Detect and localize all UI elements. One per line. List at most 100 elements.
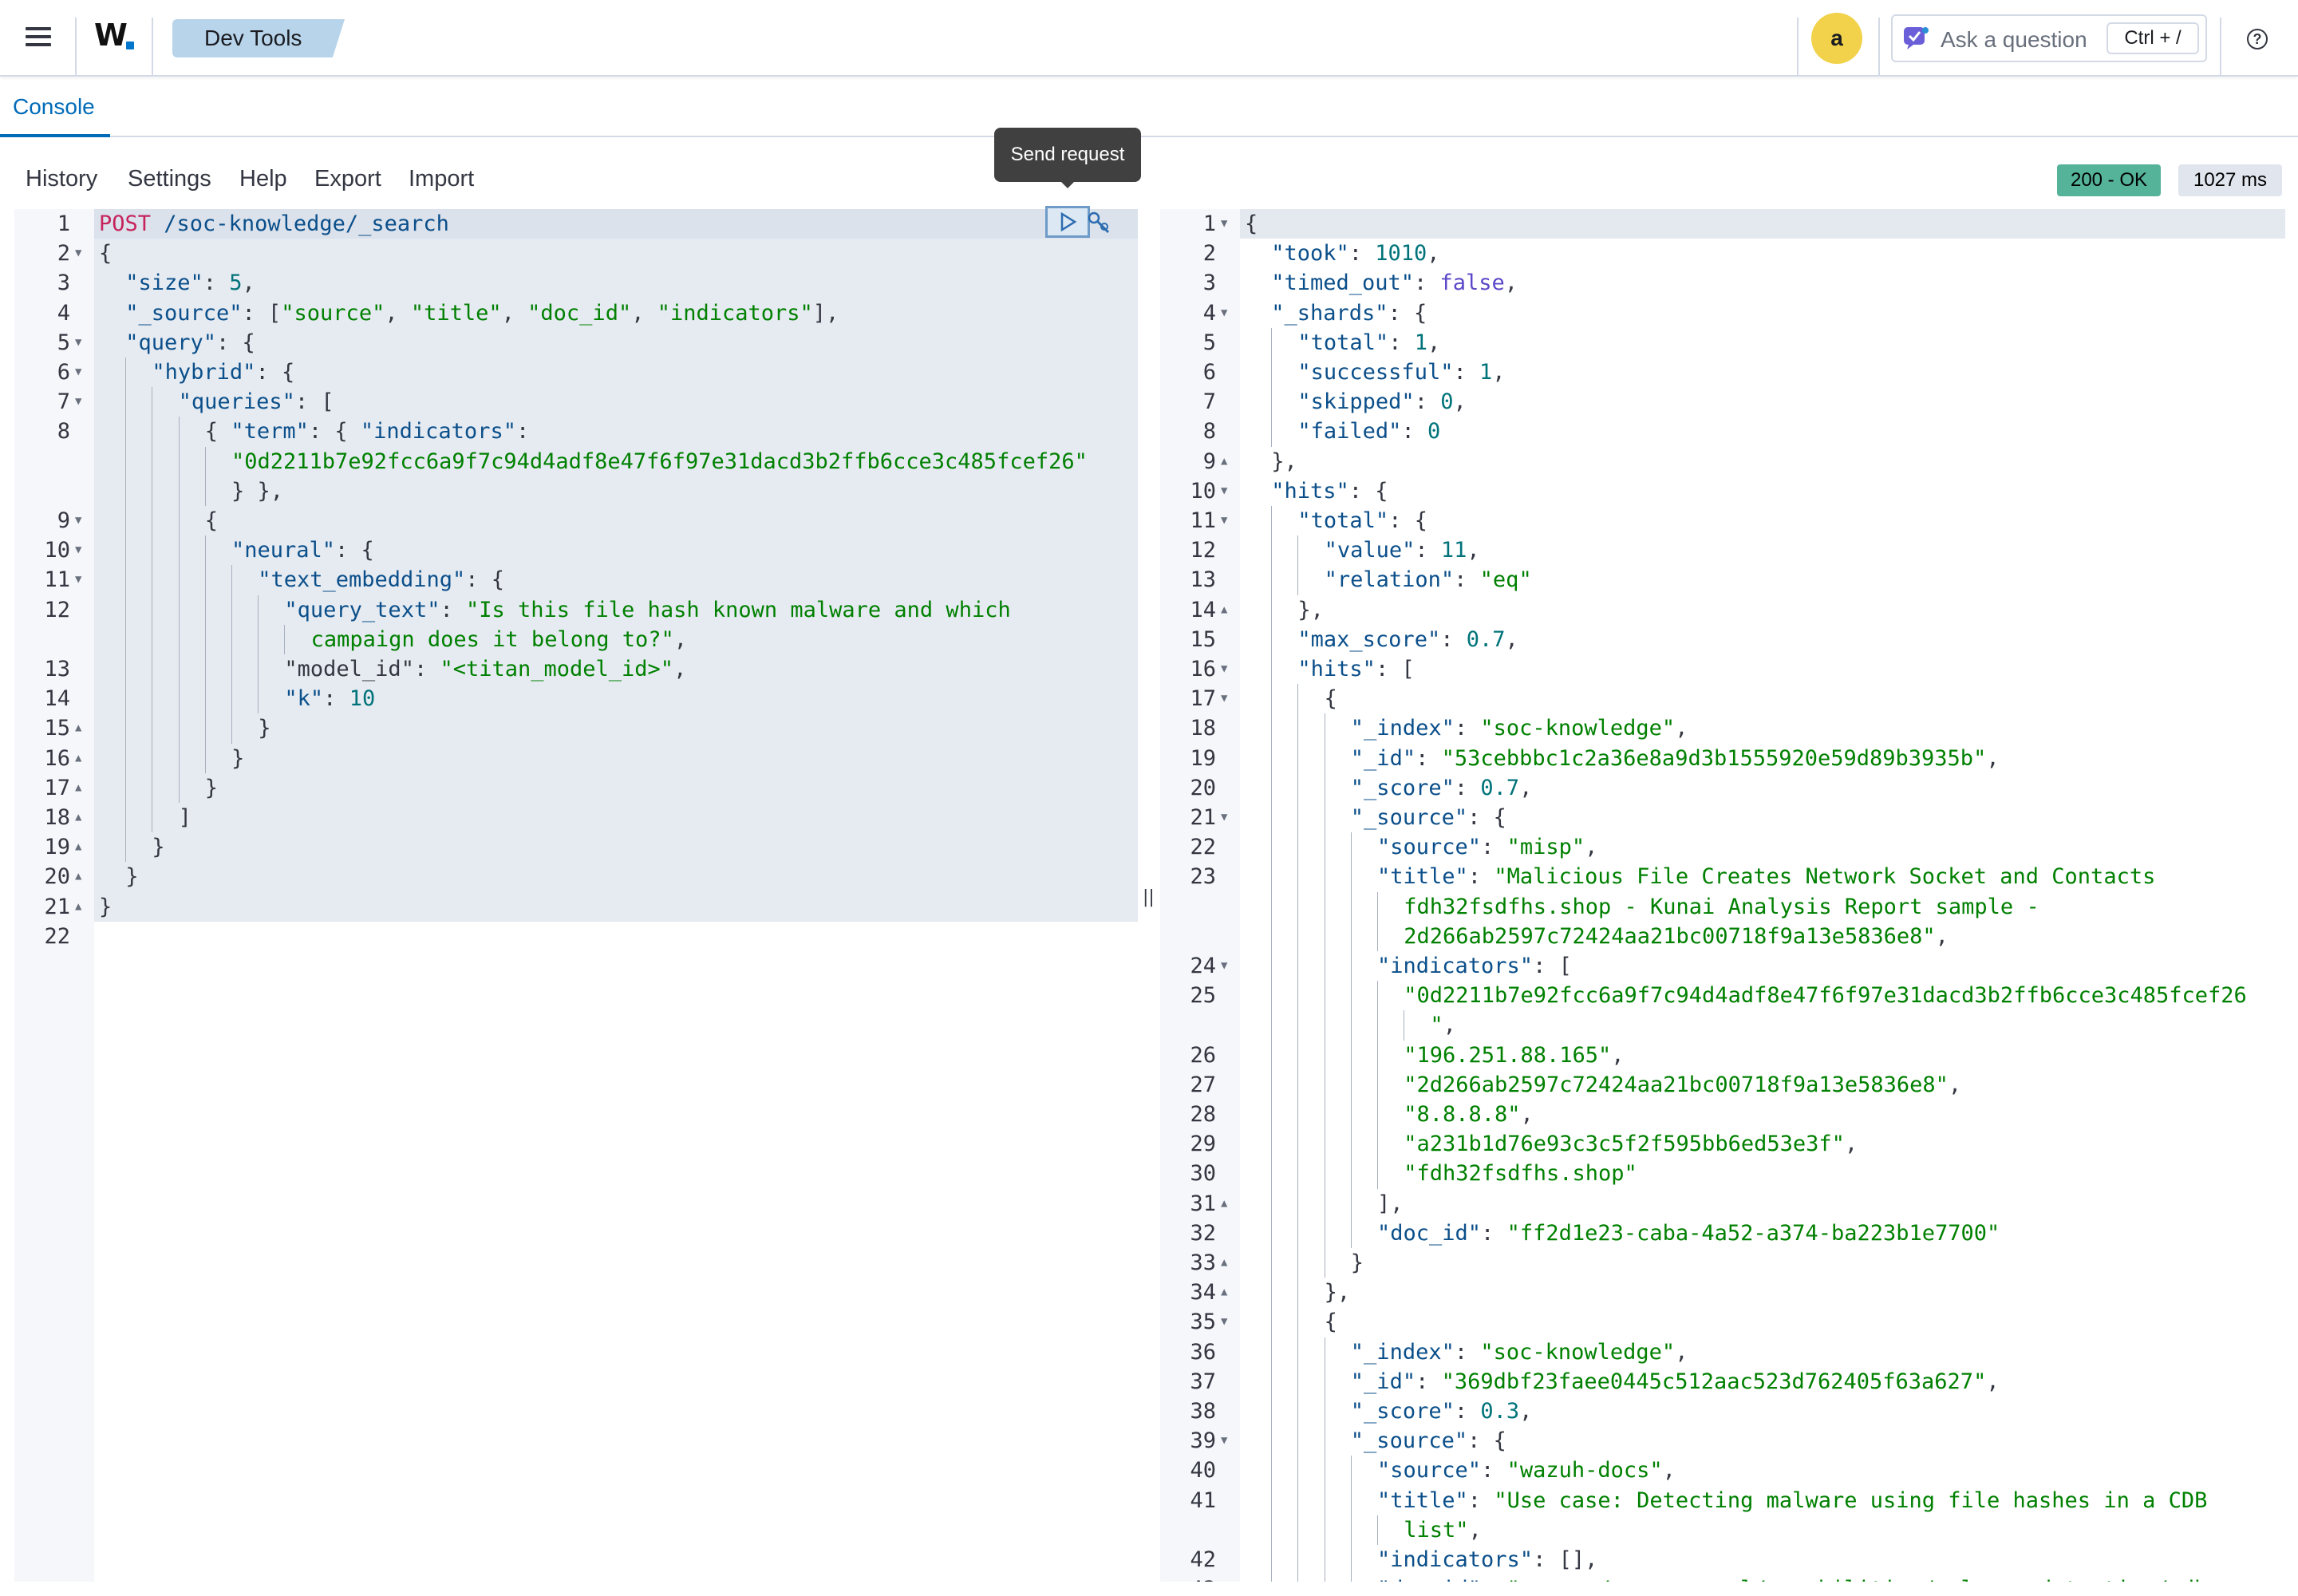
fold-close-icon[interactable]: ▲ [75,744,81,773]
fold-open-icon[interactable]: ▼ [1221,1426,1227,1456]
response-scrollbar[interactable] [2285,209,2298,1582]
code-line[interactable]: } [125,862,138,891]
fold-open-icon[interactable]: ▼ [75,535,81,565]
menu-icon[interactable] [18,21,59,56]
code-line[interactable]: "title": "Use case: Detecting malware us… [1377,1486,2207,1515]
wrench-icon[interactable] [1087,211,1114,236]
fold-close-icon[interactable]: ▲ [1221,1189,1227,1219]
fold-open-icon[interactable]: ▼ [75,387,81,417]
code-line[interactable]: "indicators": [ [1377,951,1572,981]
code-line[interactable]: }, [1271,447,1297,476]
fold-open-icon[interactable]: ▼ [1221,209,1227,239]
code-line[interactable]: "_id": "53cebbbc1c2a36e8a9d3b1555920e59d… [1351,744,2000,773]
code-line[interactable]: "neural": { [231,535,374,565]
fold-open-icon[interactable]: ▼ [1221,298,1227,328]
response-code[interactable]: { "took": 1010, "timed_out": false, "_shard… [1240,209,2285,1582]
fold-close-icon[interactable]: ▲ [75,713,81,743]
code-line[interactable]: "size": 5, [125,268,255,298]
history-button[interactable]: History [26,166,97,192]
code-line[interactable]: "text_embedding": { [258,565,504,595]
import-button[interactable]: Import [409,166,474,192]
code-line[interactable]: "hits": { [1271,476,1388,506]
code-line[interactable]: "doc_id": "source/user-manual/capabiliti… [1377,1574,2207,1582]
code-line[interactable]: "2d266ab2597c72424aa21bc00718f9a13e5836e… [1404,1070,1961,1100]
code-line[interactable]: "query": { [125,328,255,358]
ask-question-button[interactable]: Ask a question Ctrl + / [1891,14,2207,62]
code-line[interactable]: "max_score": 0.7, [1297,625,1518,654]
code-line[interactable]: "k": 10 [284,684,375,713]
code-line[interactable]: "196.251.88.165", [1404,1041,1624,1070]
fold-close-icon[interactable]: ▲ [75,832,81,862]
code-line[interactable]: "timed_out": false, [1271,268,1518,298]
code-line[interactable]: } [258,713,270,743]
code-line[interactable]: "fdh32fsdfhs.shop" [1404,1159,1637,1188]
code-line[interactable]: } [1351,1248,1364,1278]
code-line[interactable]: "model_id": "<titan_model_id>", [284,654,686,684]
code-line[interactable]: } [152,832,164,862]
app-logo[interactable]: W [94,18,128,53]
code-line[interactable]: "value": 11, [1325,535,1480,565]
resize-handle-icon[interactable]: || [1143,887,1155,907]
export-button[interactable]: Export [314,166,381,192]
code-line[interactable]: "indicators": [], [1377,1545,1597,1574]
code-line[interactable]: "total": 1, [1297,328,1440,358]
code-line[interactable]: "_source": ["source", "title", "doc_id",… [125,298,839,328]
code-line[interactable]: "total": { [1297,506,1427,535]
tab-console[interactable]: Console [13,94,95,120]
code-line[interactable]: "a231b1d76e93c3c5f2f595bb6ed53e3f", [1404,1129,1858,1159]
code-line[interactable]: "took": 1010, [1271,239,1439,268]
code-line[interactable]: { [1325,684,1337,713]
code-line[interactable]: "_id": "369dbf23faee0445c512aac523d76240… [1351,1367,2000,1396]
fold-close-icon[interactable]: ▲ [1221,1248,1227,1278]
fold-open-icon[interactable]: ▼ [1221,684,1227,713]
code-line[interactable]: "source": "misp", [1377,832,1597,862]
code-line[interactable]: "title": "Malicious File Creates Network… [1377,862,2155,891]
code-line[interactable]: } [205,773,218,803]
code-line[interactable]: "_score": 0.7, [1351,773,1533,803]
code-line[interactable]: list", [1404,1515,1482,1545]
code-line[interactable]: } [231,744,244,773]
code-line[interactable]: "queries": [ [179,387,334,417]
code-line[interactable]: fdh32fsdfhs.shop - Kunai Analysis Report… [1404,892,2039,922]
send-request-button[interactable] [1045,206,1090,238]
request-code[interactable]: POST /soc-knowledge/_search{"size": 5, "_… [94,209,1138,1582]
fold-open-icon[interactable]: ▼ [1221,506,1227,535]
code-line[interactable]: "_source": { [1351,1426,1506,1456]
fold-open-icon[interactable]: ▼ [75,328,81,358]
fold-close-icon[interactable]: ▲ [1221,1278,1227,1307]
code-line[interactable]: "failed": 0 [1297,417,1440,446]
fold-open-icon[interactable]: ▼ [75,506,81,535]
code-line[interactable]: campaign does it belong to?", [311,625,687,654]
code-line[interactable]: } }, [231,476,283,506]
code-line[interactable]: }, [1297,595,1324,625]
code-line[interactable]: "_index": "soc-knowledge", [1351,713,1688,743]
code-line[interactable]: "skipped": 0, [1297,387,1466,417]
fold-close-icon[interactable]: ▲ [75,862,81,891]
code-line[interactable]: { [1245,209,1258,239]
help-button[interactable]: Help [239,166,287,192]
fold-open-icon[interactable]: ▼ [75,358,81,387]
code-line[interactable]: "_shards": { [1271,298,1427,328]
fold-open-icon[interactable]: ▼ [1221,951,1227,981]
code-line[interactable]: 2d266ab2597c72424aa21bc00718f9a13e5836e8… [1404,922,1949,951]
code-line[interactable]: ", [1430,1010,1456,1040]
fold-open-icon[interactable]: ▼ [75,565,81,595]
avatar[interactable]: a [1811,13,1862,64]
fold-close-icon[interactable]: ▲ [75,803,81,832]
code-line[interactable]: { [1325,1307,1337,1337]
breadcrumb-label[interactable]: Dev Tools [204,26,302,51]
fold-close-icon[interactable]: ▲ [75,892,81,922]
code-line[interactable]: "successful": 1, [1297,358,1505,387]
request-editor[interactable]: 1 2 ▼ 3 4 5 ▼ 6 ▼ 7 ▼ 8 9 ▼ 10 ▼ 11 ▼ 12 13 14 15 ▲ 16 ▲ 17 ▲ 18 ▲ 19… [14,209,1138,1582]
code-line[interactable]: "8.8.8.8", [1404,1100,1534,1129]
code-line[interactable]: POST /soc-knowledge/_search [99,209,449,239]
code-line[interactable]: "hybrid": { [152,358,294,387]
fold-close-icon[interactable]: ▲ [75,773,81,803]
fold-open-icon[interactable]: ▼ [75,239,81,268]
code-line[interactable]: ], [1377,1189,1404,1219]
fold-open-icon[interactable]: ▼ [1221,476,1227,506]
code-line[interactable]: } [99,892,112,922]
code-line[interactable]: "0d2211b7e92fcc6a9f7c94d4adf8e47f6f97e31… [1404,981,2247,1010]
code-line[interactable]: "hits": [ [1297,654,1414,684]
code-line[interactable]: "doc_id": "ff2d1e23-caba-4a52-a374-ba223… [1377,1219,2000,1248]
